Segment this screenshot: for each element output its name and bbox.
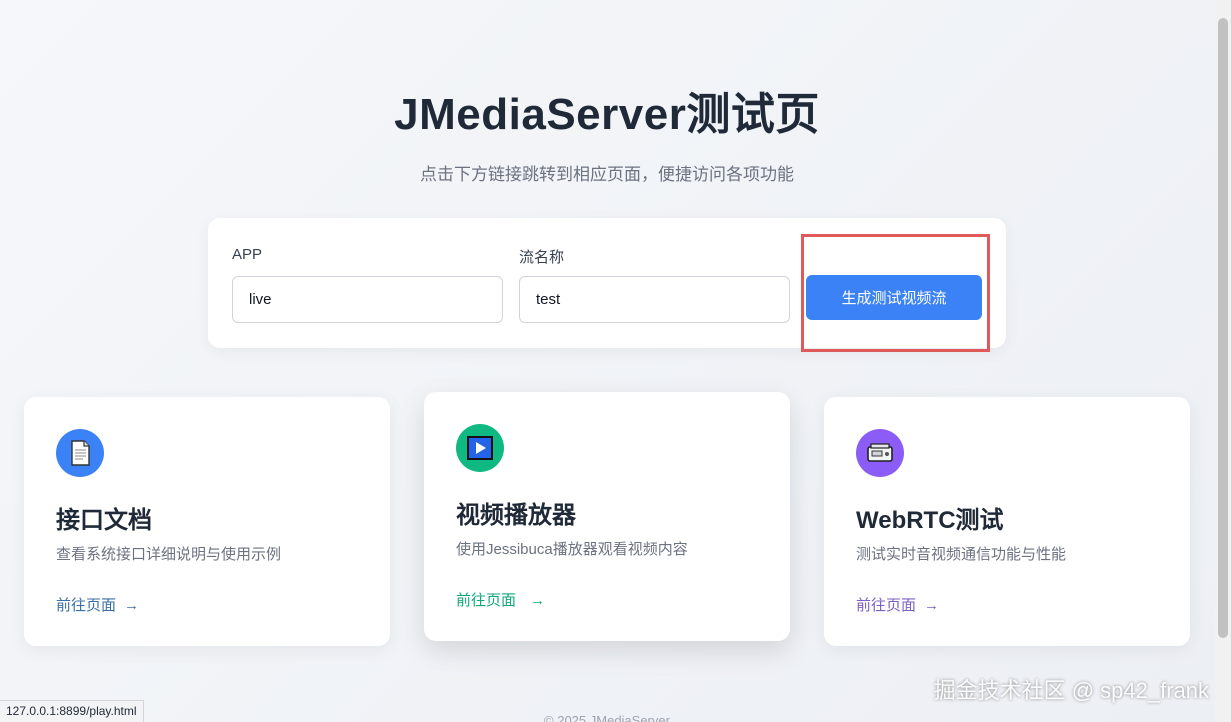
card-webrtc-test[interactable]: WebRTC测试 测试实时音视频通信功能与性能 前往页面 → [824,397,1190,646]
arrow-right-icon: → [124,597,140,614]
card-title: 视频播放器 [456,502,576,529]
app-input[interactable] [232,276,503,323]
page-title: JMediaServer测试页 [394,90,820,139]
arrow-right-icon: → [530,592,546,609]
card-description: 测试实时音视频通信功能与性能 [856,546,1067,563]
card-title: WebRTC测试 [856,507,1004,534]
stream-form-card: APP 流名称 生成测试视频流 [208,218,1006,348]
card-description: 查看系统接口详细说明与使用示例 [56,546,282,563]
status-bar-url: 127.0.0.1:8899/play.html [0,700,144,722]
stream-name-label: 流名称 [519,249,565,266]
go-to-page-link[interactable]: 前往页面 → [56,594,139,615]
play-icon [456,424,504,472]
card-title: 接口文档 [56,507,152,534]
document-icon [56,429,104,477]
page-subtitle: 点击下方链接跳转到相应页面，便捷访问各项功能 [420,165,794,184]
camera-icon [856,429,904,477]
card-api-docs[interactable]: 接口文档 查看系统接口详细说明与使用示例 前往页面 → [24,397,390,646]
go-to-page-link[interactable]: 前往页面 → [856,594,939,615]
arrow-right-icon: → [924,597,940,614]
generate-test-stream-button[interactable]: 生成测试视频流 [806,275,982,320]
card-description: 使用Jessibuca播放器观看视频内容 [456,541,688,558]
card-video-player[interactable]: 视频播放器 使用Jessibuca播放器观看视频内容 前往页面 → [424,392,790,641]
stream-name-input[interactable] [519,276,790,323]
watermark-text: 掘金技术社区 @ sp42_frank [933,678,1209,703]
vertical-scrollbar[interactable] [1215,0,1231,722]
go-to-page-link[interactable]: 前往页面 → [456,589,545,610]
scrollbar-thumb[interactable] [1218,18,1228,638]
app-label: APP [232,246,263,263]
footer-copyright: © 2025 JMediaServer [544,713,670,722]
